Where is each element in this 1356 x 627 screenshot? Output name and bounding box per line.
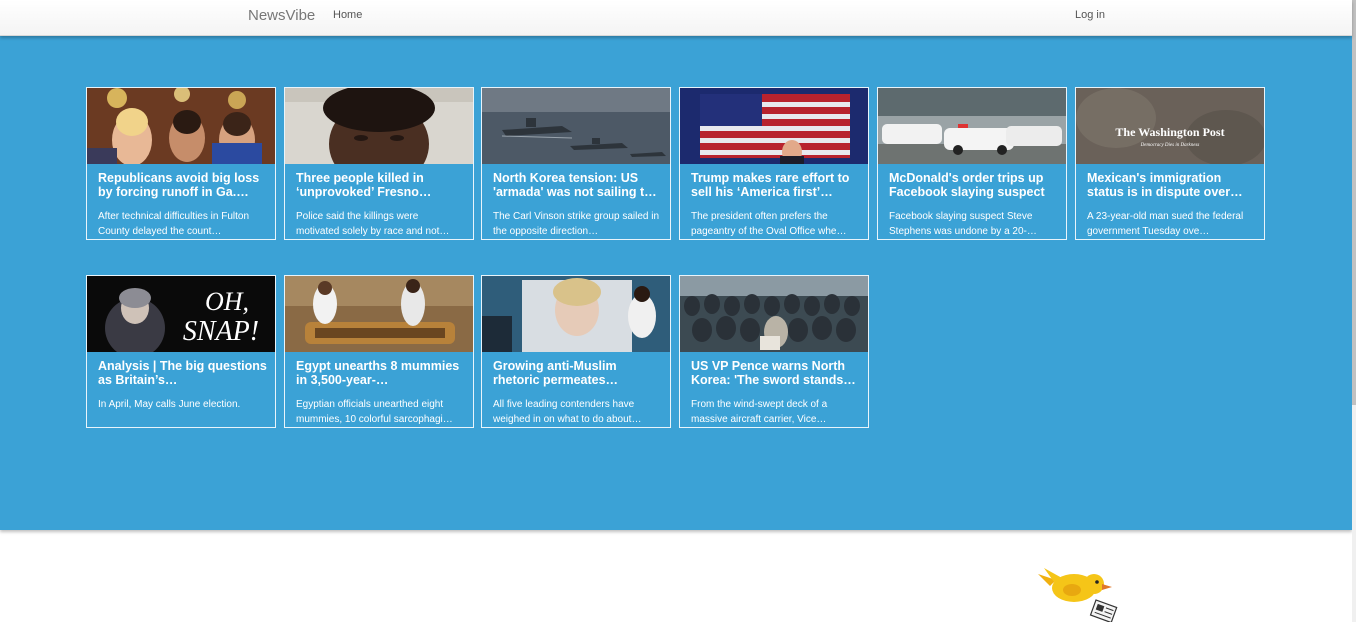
- nav-home-link[interactable]: Home: [333, 9, 362, 21]
- oh-snap-photo: OH, SNAP!: [87, 276, 275, 352]
- article-card[interactable]: Egypt unearths 8 mummies in 3,500-year-……: [284, 275, 474, 428]
- top-navbar: NewsVibe Home Log in: [0, 0, 1352, 36]
- article-description: After technical difficulties in Fulton C…: [98, 211, 250, 237]
- article-card[interactable]: Trump makes rare effort to sell his ‘Ame…: [679, 87, 869, 240]
- article-description: In April, May calls June election.: [98, 399, 241, 410]
- page-scrollbar[interactable]: [1352, 0, 1356, 622]
- sailors-on-deck-photo: [680, 276, 868, 352]
- login-link[interactable]: Log in: [1075, 9, 1105, 21]
- article-title[interactable]: Republicans avoid big loss by forcing ru…: [98, 171, 268, 199]
- article-title[interactable]: US VP Pence warns North Korea: 'The swor…: [691, 359, 861, 387]
- article-description: A 23-year-old man sued the federal gover…: [1087, 211, 1244, 237]
- svg-text:OH,: OH,: [205, 287, 249, 316]
- news-grid-section: Republicans avoid big loss by forcing ru…: [0, 36, 1352, 530]
- bird-mascot-icon: [1036, 560, 1126, 624]
- archaeologists-tomb-photo: [285, 276, 473, 352]
- campaign-poster-photo: [482, 276, 670, 352]
- article-title[interactable]: North Korea tension: US 'armada' was not…: [493, 171, 663, 199]
- crowd-celebrating-photo: [87, 88, 275, 164]
- article-card[interactable]: North Korea tension: US 'armada' was not…: [481, 87, 671, 240]
- article-description: The president often prefers the pageantr…: [691, 211, 847, 237]
- washington-post-logo: The Washington Post Democracy Dies in Da…: [1076, 88, 1264, 164]
- article-card[interactable]: OH, SNAP! Analysis | The big questions a…: [86, 275, 276, 428]
- article-title[interactable]: Egypt unearths 8 mummies in 3,500-year-…: [296, 359, 466, 387]
- article-title[interactable]: Analysis | The big questions as Britain’…: [98, 359, 268, 387]
- article-card[interactable]: US VP Pence warns North Korea: 'The swor…: [679, 275, 869, 428]
- article-title[interactable]: Growing anti-Muslim rhetoric permeates…: [493, 359, 663, 387]
- article-card[interactable]: McDonald's order trips up Facebook slayi…: [877, 87, 1067, 240]
- article-title[interactable]: Mexican's immigration status is in dispu…: [1087, 171, 1257, 199]
- police-cars-photo: [878, 88, 1066, 164]
- scrollbar-thumb[interactable]: [1352, 0, 1356, 405]
- article-card[interactable]: Republicans avoid big loss by forcing ru…: [86, 87, 276, 240]
- svg-text:SNAP!: SNAP!: [183, 316, 259, 347]
- warships-at-sea-photo: [482, 88, 670, 164]
- article-description: Egyptian officials unearthed eight mummi…: [296, 399, 453, 425]
- article-card[interactable]: Three people killed in ‘unprovoked’ Fres…: [284, 87, 474, 240]
- article-card[interactable]: The Washington Post Democracy Dies in Da…: [1075, 87, 1265, 240]
- article-description: From the wind-swept deck of a massive ai…: [691, 399, 828, 425]
- american-flag-photo: [680, 88, 868, 164]
- article-description: Police said the killings were motivated …: [296, 211, 450, 237]
- washington-post-logo-text: The Washington Post: [1115, 125, 1224, 139]
- article-title[interactable]: Three people killed in ‘unprovoked’ Fres…: [296, 171, 466, 199]
- article-description: The Carl Vinson strike group sailed in t…: [493, 211, 660, 237]
- washington-post-tagline: Democracy Dies in Darkness: [1140, 143, 1200, 148]
- article-description: All five leading contenders have weighed…: [493, 399, 642, 425]
- article-title[interactable]: Trump makes rare effort to sell his ‘Ame…: [691, 171, 861, 199]
- article-description: Facebook slaying suspect Steve Stephens …: [889, 211, 1037, 237]
- suspect-portrait-photo: [285, 88, 473, 164]
- article-title[interactable]: McDonald's order trips up Facebook slayi…: [889, 171, 1059, 199]
- article-card[interactable]: Growing anti-Muslim rhetoric permeates… …: [481, 275, 671, 428]
- brand-logo-link[interactable]: NewsVibe: [248, 7, 315, 24]
